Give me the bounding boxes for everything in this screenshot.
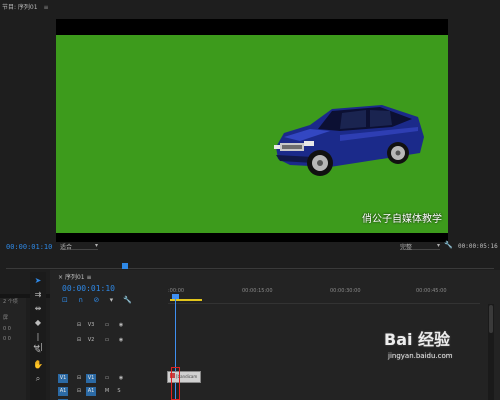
suv-car-image [274, 105, 424, 176]
scrub-track [6, 268, 494, 269]
sync-lock-icon[interactable]: ▭ [102, 321, 112, 330]
track-name[interactable]: V1 [86, 374, 96, 383]
green-screen-background: 俏公子自媒体教学 [56, 35, 448, 233]
program-monitor-title[interactable]: 节目: 序列01 ≡ [2, 2, 49, 11]
track-name[interactable]: A1 [86, 387, 96, 396]
panel-menu-icon[interactable]: ≡ [87, 274, 92, 281]
program-monitor-video: 俏公子自媒体教学 [56, 19, 448, 242]
project-item-count: 2 个项 [3, 299, 18, 305]
lock-icon[interactable]: ⊟ [74, 336, 84, 345]
source-patch-v1[interactable]: V1 [58, 374, 68, 383]
lock-icon[interactable]: ⊟ [74, 374, 84, 383]
eye-icon[interactable]: ◉ [116, 336, 126, 345]
monitor-playhead[interactable] [122, 263, 128, 269]
project-item[interactable]: 0 0 [3, 326, 11, 332]
track-name[interactable]: V3 [86, 321, 96, 330]
track-header-v2: ⊟ V2 ▭ ◉ [54, 335, 166, 347]
zoom-fit-label: 适合 [60, 244, 73, 251]
track-name[interactable]: V2 [86, 336, 96, 345]
playback-resolution-select[interactable]: 完整 ▾ [400, 242, 440, 251]
timeline-ruler[interactable]: :00:00 00:00:15:00 00:00:30:00 00:00:45:… [168, 286, 480, 304]
panel-menu-icon[interactable]: ≡ [44, 4, 49, 11]
timeline-toolbar: ⊡ ∩ ⊘ ▾ 🔧 [62, 296, 142, 304]
solo-button[interactable]: S [114, 387, 124, 396]
source-patch-a1[interactable]: A1 [58, 387, 68, 396]
wrench-icon[interactable]: 🔧 [123, 296, 132, 304]
project-item[interactable]: 屏 [3, 314, 8, 321]
watermark-main-text: Bai 经验 [384, 330, 451, 349]
timeline-tab-label: 序列01 [64, 274, 85, 281]
ruler-tick: 00:00:15:00 [242, 288, 273, 294]
wrench-icon[interactable]: 🔧 [444, 241, 453, 249]
track-header-a1: A1 ⊟ A1 M S [54, 386, 166, 398]
mute-button[interactable]: M [102, 387, 112, 396]
highlight-annotation [171, 367, 180, 400]
track-header-v1: V1 ⊟ V1 ▭ ◉ [54, 373, 166, 385]
lock-icon[interactable]: ⊟ [74, 321, 84, 330]
watermark-url-text: jingyan.baidu.com [388, 352, 453, 360]
zoom-fit-select[interactable]: 适合 ▾ [60, 242, 98, 251]
close-icon[interactable]: × [58, 274, 63, 281]
ruler-tick: 00:00:45:00 [416, 288, 447, 294]
ruler-tick: 00:00:30:00 [330, 288, 361, 294]
baidu-jingyan-watermark: Bai 经验 jingyan.baidu.com [380, 322, 496, 362]
snap-icon[interactable]: ∩ [78, 296, 83, 304]
selection-tool-icon[interactable]: ➤ [33, 276, 43, 286]
add-marker-icon[interactable]: ▾ [110, 296, 114, 304]
playhead-timecode[interactable]: 00:00:01:10 [6, 243, 52, 251]
tools-panel: ➤ ⇉ ⇹ ◆ |↔| ✎ ✋ ⌕ [30, 272, 46, 400]
project-panel: 2 个项 屏 0 0 0 0 [0, 298, 26, 400]
sync-lock-icon[interactable]: ▭ [102, 374, 112, 383]
lock-icon[interactable]: ⊟ [74, 387, 84, 396]
slip-tool-icon[interactable]: |↔| [33, 332, 43, 351]
chevron-down-icon: ▾ [94, 242, 98, 249]
eye-icon[interactable]: ◉ [116, 374, 126, 383]
video-caption: 俏公子自媒体教学 [362, 214, 442, 225]
sync-lock-icon[interactable]: ▭ [102, 336, 112, 345]
track-header-v3: ⊟ V3 ▭ ◉ [54, 320, 166, 332]
project-item[interactable]: 0 0 [3, 336, 11, 342]
duration-timecode: 00:00:05:16 [458, 243, 498, 250]
track-select-tool-icon[interactable]: ⇉ [33, 290, 43, 300]
pen-tool-icon[interactable]: ✎ [33, 346, 43, 356]
chevron-down-icon: ▾ [436, 242, 440, 249]
timeline-timecode[interactable]: 00:00:01:10 [62, 284, 115, 293]
nest-icon[interactable]: ⊡ [62, 296, 68, 304]
eye-icon[interactable]: ◉ [116, 321, 126, 330]
linked-selection-icon[interactable]: ⊘ [93, 296, 99, 304]
ripple-edit-tool-icon[interactable]: ⇹ [33, 304, 43, 314]
timeline-tab[interactable]: × 序列01 ≡ [58, 272, 92, 281]
hand-tool-icon[interactable]: ✋ [33, 360, 43, 370]
program-monitor-title-text: 节目: 序列01 [2, 4, 38, 11]
zoom-tool-icon[interactable]: ⌕ [33, 374, 43, 384]
razor-tool-icon[interactable]: ◆ [33, 318, 43, 328]
playback-resolution-label: 完整 [400, 244, 413, 251]
timeline-playhead-handle[interactable] [172, 294, 179, 299]
